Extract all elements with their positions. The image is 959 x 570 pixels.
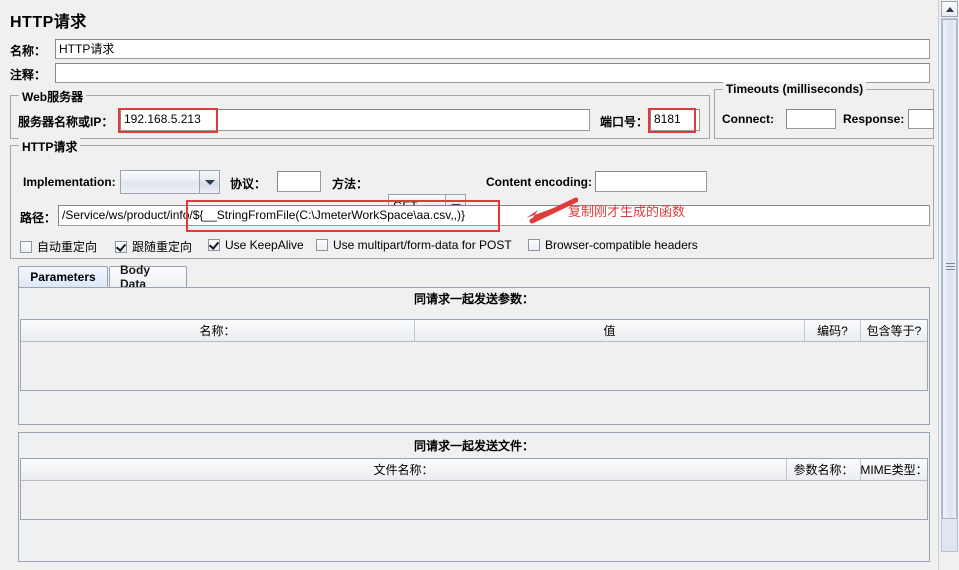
comment-input[interactable] — [55, 63, 930, 83]
port-label: 端口号： — [600, 115, 649, 129]
content-encoding-label: Content encoding: — [486, 175, 592, 189]
checkbox-use-multipart[interactable]: Use multipart/form-data for POST — [316, 238, 512, 252]
checkbox-label: Browser-compatible headers — [545, 238, 698, 252]
send-parameters-title: 同请求一起发送参数： — [413, 292, 534, 306]
vertical-scrollbar[interactable] — [938, 0, 959, 570]
page-title: HTTP请求 — [10, 14, 87, 31]
path-input[interactable]: /Service/ws/product/info/${__StringFromF… — [58, 205, 930, 226]
connect-timeout-label: Connect: — [722, 112, 774, 126]
column-header-include-eq[interactable]: 包含等于? — [861, 320, 927, 341]
column-header-mime-type[interactable]: MIME类型： — [861, 459, 927, 480]
tab-body-data[interactable]: Body Data — [109, 263, 187, 291]
column-header-encode[interactable]: 编码? — [805, 320, 861, 341]
checkbox-browser-compatible-headers[interactable]: Browser-compatible headers — [528, 238, 698, 252]
column-header-param-name[interactable]: 参数名称： — [787, 459, 861, 480]
name-input[interactable]: HTTP请求 — [55, 39, 930, 59]
checkbox-label: Use KeepAlive — [225, 238, 304, 252]
http-request-group-title: HTTP请求 — [19, 138, 81, 155]
files-table-header: 文件名称： 参数名称： MIME类型： — [21, 459, 927, 481]
server-label: 服务器名称或IP： — [18, 115, 114, 129]
send-files-title: 同请求一起发送文件： — [413, 439, 534, 453]
parameters-table[interactable]: 名称： 值 编码? 包含等于? — [20, 319, 928, 391]
checkbox-box-checked-icon — [208, 239, 220, 251]
server-input[interactable]: 192.168.5.213 — [120, 109, 590, 131]
scroll-up-arrow-icon[interactable] — [941, 1, 958, 17]
checkbox-box-icon — [316, 239, 328, 251]
implementation-label: Implementation: — [23, 175, 116, 189]
tab-label: Parameters — [30, 270, 96, 284]
web-server-group-title: Web服务器 — [19, 88, 87, 105]
content-encoding-input[interactable] — [595, 171, 707, 192]
checkbox-box-icon — [528, 239, 540, 251]
response-timeout-input[interactable] — [908, 109, 934, 129]
comment-label: 注释： — [10, 68, 47, 82]
checkbox-auto-redirect[interactable]: 自动重定向 — [20, 238, 97, 255]
scrollbar-thumb[interactable] — [942, 19, 957, 519]
connect-timeout-input[interactable] — [786, 109, 836, 129]
protocol-input[interactable] — [277, 171, 321, 192]
method-label: 方法： — [332, 177, 369, 191]
tab-parameters[interactable]: Parameters — [18, 266, 108, 287]
timeouts-group-title: Timeouts (milliseconds) — [723, 82, 867, 96]
checkbox-follow-redirect[interactable]: 跟随重定向 — [115, 238, 192, 255]
port-input[interactable]: 8181 — [650, 109, 700, 131]
checkbox-box-checked-icon — [115, 240, 127, 253]
response-timeout-label: Response: — [843, 112, 905, 126]
checkbox-use-keepalive[interactable]: Use KeepAlive — [208, 238, 304, 252]
chevron-down-icon — [199, 171, 219, 193]
files-table-body[interactable] — [21, 481, 927, 519]
path-label: 路径： — [20, 211, 57, 225]
column-header-name[interactable]: 名称： — [21, 320, 415, 341]
protocol-label: 协议： — [230, 177, 267, 191]
scrollbar-track[interactable] — [941, 18, 958, 552]
files-table[interactable]: 文件名称： 参数名称： MIME类型： — [20, 458, 928, 520]
http-request-panel: HTTP请求 名称： HTTP请求 注释： Web服务器 服务器名称或IP： 1… — [0, 0, 938, 570]
column-header-value[interactable]: 值 — [415, 320, 805, 341]
annotation-text: 复制刚才生成的函数 — [568, 204, 686, 219]
checkbox-label: 自动重定向 — [37, 240, 98, 254]
parameters-table-body[interactable] — [21, 342, 927, 390]
implementation-select[interactable] — [120, 170, 220, 194]
checkbox-box-icon — [20, 240, 32, 253]
jmeter-http-request-window: HTTP请求 名称： HTTP请求 注释： Web服务器 服务器名称或IP： 1… — [0, 0, 959, 570]
parameters-table-header: 名称： 值 编码? 包含等于? — [21, 320, 927, 342]
checkbox-label: 跟随重定向 — [132, 240, 193, 254]
name-label: 名称： — [10, 44, 47, 58]
checkbox-label: Use multipart/form-data for POST — [333, 238, 512, 252]
column-header-filename[interactable]: 文件名称： — [21, 459, 787, 480]
scrollbar-grip-icon — [946, 263, 955, 270]
